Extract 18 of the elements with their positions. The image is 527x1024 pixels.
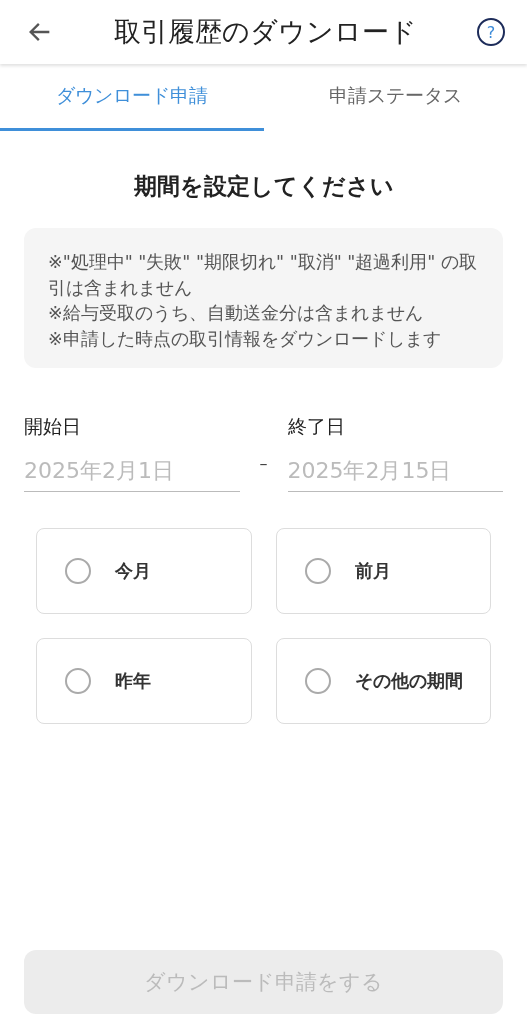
range-separator: – (258, 453, 269, 473)
section-heading: 期間を設定してください (132, 172, 395, 201)
period-option[interactable]: その他の期間 (275, 638, 491, 724)
start-date-label: 開始日 (24, 414, 82, 439)
notice-text: ※"処理中" "失敗" "期限切れ" "取消" "超過利用" の取引は含まれません (48, 251, 478, 300)
tab[interactable]: 申請ステータス (263, 64, 527, 131)
help-button[interactable]: ? (477, 18, 505, 46)
notice-text: ※給与受取のうち、自動送金分は含まれません (48, 302, 424, 325)
end-date-label: 終了日 (287, 414, 346, 439)
radio-button[interactable] (65, 558, 91, 584)
radio-button[interactable] (304, 668, 331, 694)
period-option[interactable]: 今月 (36, 528, 252, 614)
radio-button[interactable] (304, 558, 331, 584)
period-option[interactable]: 前月 (275, 528, 491, 614)
radio-button[interactable] (65, 668, 91, 694)
notice-text: ※申請した時点の取引情報をダウンロードします (48, 327, 442, 351)
screen-title: 取引履歴のダウンロード (113, 15, 418, 49)
period-option[interactable]: 昨年 (36, 638, 252, 724)
